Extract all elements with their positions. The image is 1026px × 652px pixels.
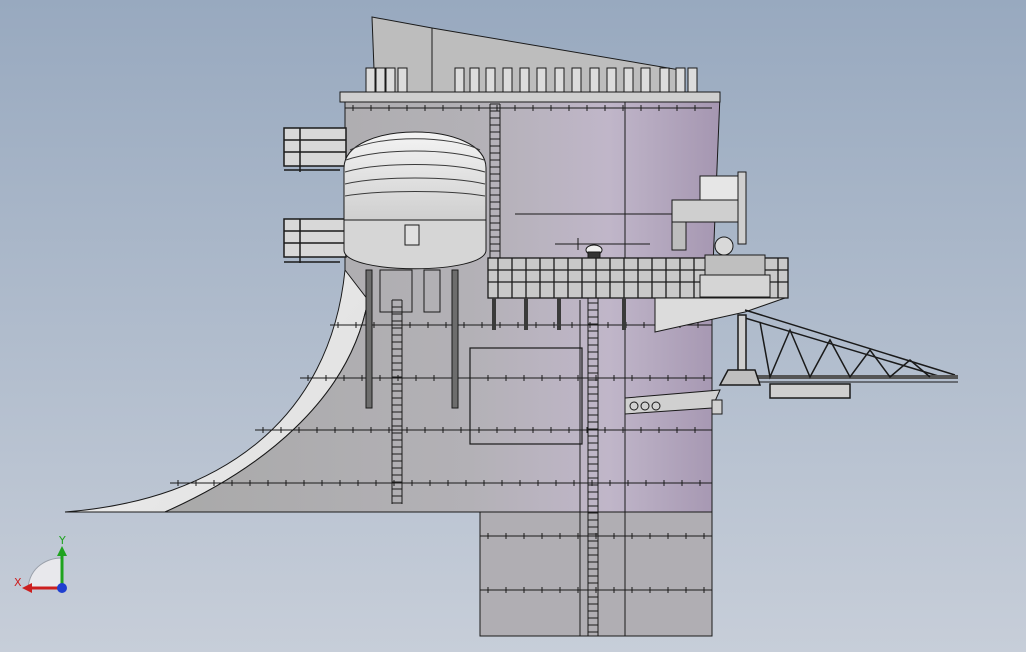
x-axis-label: X (14, 576, 22, 589)
exhaust-pipe (536, 67, 547, 93)
exhaust-pipe (659, 67, 670, 93)
top-rim (339, 91, 721, 103)
exhaust-pipe (606, 67, 617, 93)
exhaust-pipe (397, 67, 408, 93)
exhaust-pipe (640, 67, 651, 93)
exhaust-pipe (589, 67, 600, 93)
exhaust-pipe (454, 67, 465, 93)
exhaust-pipe (469, 67, 480, 93)
exhaust-pipe (519, 67, 530, 93)
y-axis-label: Y (58, 534, 66, 547)
lower-hull-block (479, 511, 713, 637)
exhaust-pipe (385, 67, 396, 93)
exhaust-pipe (365, 67, 376, 93)
exhaust-pipe (502, 67, 513, 93)
exhaust-pipe (554, 67, 565, 93)
cad-viewport[interactable]: X Y (0, 0, 1026, 652)
exhaust-pipe (687, 67, 698, 93)
exhaust-pipe (571, 67, 582, 93)
upper-left-railing (283, 127, 347, 172)
exhaust-pipe (623, 67, 634, 93)
exhaust-pipe (485, 67, 496, 93)
radar-dome (343, 131, 487, 270)
exhaust-pipe (375, 67, 386, 93)
cad-drawing: X Y (0, 0, 1026, 652)
lower-left-railing (283, 218, 347, 263)
exhaust-pipe (675, 67, 686, 93)
